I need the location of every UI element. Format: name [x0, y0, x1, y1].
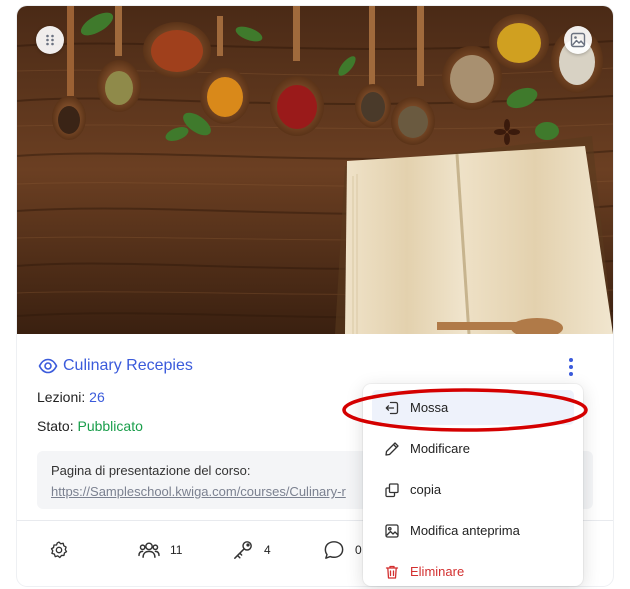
- lessons-label: Lezioni:: [37, 389, 86, 405]
- course-title[interactable]: Culinary Recepies: [63, 357, 193, 375]
- students-count[interactable]: 11: [138, 540, 182, 560]
- kebab-dot: [569, 358, 573, 362]
- lessons-value: 26: [89, 389, 105, 405]
- drag-handle-icon: [46, 34, 54, 46]
- menu-item-label: copia: [410, 482, 442, 497]
- eye-icon: [38, 358, 58, 374]
- menu-item-label: Modificare: [410, 441, 470, 456]
- image-icon: [570, 32, 586, 48]
- comments-count[interactable]: 0: [323, 540, 362, 560]
- kebab-dot: [569, 372, 573, 376]
- menu-item-edit-preview[interactable]: Modifica anteprima: [372, 513, 574, 548]
- drag-handle-button[interactable]: [36, 26, 64, 54]
- menu-item-edit[interactable]: Modificare: [372, 431, 574, 466]
- settings-button[interactable]: [49, 540, 79, 560]
- menu-item-label: Eliminare: [410, 564, 465, 579]
- course-actions-menu: Mossa Modificare copia Modifica anteprim…: [363, 384, 583, 586]
- pencil-icon: [385, 441, 399, 456]
- menu-item-label: Modifica anteprima: [410, 523, 520, 538]
- copy-icon: [385, 482, 399, 497]
- course-cover-image: [17, 6, 613, 334]
- users-icon: [138, 542, 160, 558]
- kebab-dot: [569, 365, 573, 369]
- status-value: Pubblicato: [77, 418, 143, 434]
- change-cover-button[interactable]: [564, 26, 592, 54]
- gear-icon: [50, 541, 68, 559]
- more-options-button[interactable]: [562, 356, 580, 378]
- students-count-value: 11: [170, 543, 183, 557]
- menu-item-label: Mossa: [410, 400, 449, 415]
- menu-item-delete[interactable]: Eliminare: [372, 554, 574, 589]
- status-label: Stato:: [37, 418, 74, 434]
- image-icon: [385, 523, 399, 538]
- comment-icon: [324, 541, 344, 559]
- course-title-row[interactable]: Culinary Recepies: [38, 356, 193, 376]
- lessons-count: Lezioni: 26: [37, 389, 105, 405]
- access-keys-count[interactable]: 4: [232, 540, 271, 560]
- move-icon: [385, 401, 399, 414]
- comments-count-value: 0: [355, 543, 362, 557]
- menu-item-move[interactable]: Mossa: [372, 390, 574, 425]
- menu-item-copy[interactable]: copia: [372, 472, 574, 507]
- trash-icon: [385, 565, 399, 579]
- access-keys-count-value: 4: [264, 543, 271, 557]
- course-status: Stato: Pubblicato: [37, 418, 143, 434]
- key-icon: [234, 541, 252, 559]
